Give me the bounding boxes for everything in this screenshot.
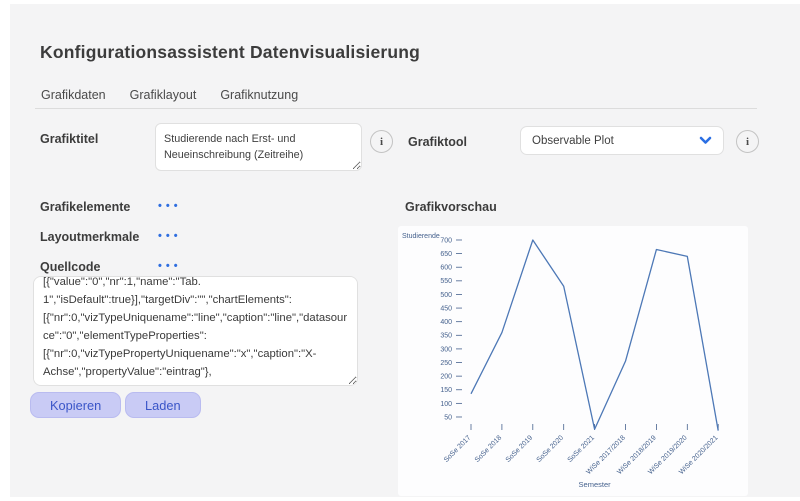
grafikelemente-expander[interactable]: ••• [158, 200, 182, 212]
svg-text:300: 300 [440, 346, 452, 353]
svg-text:600: 600 [440, 265, 452, 272]
line-chart: Studierende 50 100 150 200 250 300 350 400 450 500… [398, 226, 748, 496]
laden-button[interactable]: Laden [125, 392, 201, 418]
svg-text:Studierende: Studierende [402, 233, 440, 240]
svg-text:500: 500 [440, 292, 452, 299]
svg-text:Semester: Semester [579, 480, 612, 489]
quellcode-expander[interactable]: ••• [158, 260, 182, 272]
tab-grafiknutzung[interactable]: Grafiknutzung [220, 88, 298, 102]
tab-bar: Grafikdaten Grafiklayout Grafiknutzung [41, 88, 298, 102]
tab-grafikdaten[interactable]: Grafikdaten [41, 88, 106, 102]
svg-text:200: 200 [440, 374, 452, 381]
tab-grafiklayout[interactable]: Grafiklayout [130, 88, 197, 102]
grafiktitel-label: Grafiktitel [40, 132, 98, 146]
grafiktool-select[interactable]: Observable Plot [520, 126, 724, 155]
svg-text:SoSe 2017: SoSe 2017 [443, 434, 473, 464]
layoutmerkmale-label: Layoutmerkmale [40, 230, 139, 244]
tab-divider [35, 108, 757, 109]
kopieren-button[interactable]: Kopieren [30, 392, 121, 418]
grafiktool-label: Grafiktool [408, 135, 467, 149]
svg-text:SoSe 2021: SoSe 2021 [567, 434, 597, 464]
svg-text:50: 50 [444, 414, 452, 421]
grafikvorschau-heading: Grafikvorschau [405, 200, 497, 214]
svg-text:150: 150 [440, 387, 452, 394]
svg-text:450: 450 [440, 305, 452, 312]
grafiktitel-textarea[interactable]: Studierende nach Erst- und Neueinschreib… [155, 123, 362, 171]
quellcode-textarea[interactable]: [{"value":"0","nr":1,"name":"Tab. 1","is… [33, 276, 358, 386]
grafiktitel-info-icon[interactable]: i [370, 130, 393, 153]
grafiktool-info-icon[interactable]: i [736, 130, 759, 153]
layoutmerkmale-expander[interactable]: ••• [158, 230, 182, 242]
svg-text:650: 650 [440, 251, 452, 258]
svg-text:250: 250 [440, 360, 452, 367]
svg-text:550: 550 [440, 278, 452, 285]
svg-text:SoSe 2019: SoSe 2019 [505, 434, 535, 464]
svg-text:350: 350 [440, 333, 452, 340]
main-panel: Konfigurationsassistent Datenvisualisier… [10, 4, 800, 497]
grafikelemente-label: Grafikelemente [40, 200, 130, 214]
chevron-down-icon [699, 136, 712, 145]
svg-text:SoSe 2018: SoSe 2018 [474, 434, 504, 464]
svg-text:SoSe 2020: SoSe 2020 [536, 434, 566, 464]
quellcode-label: Quellcode [40, 260, 100, 274]
grafiktool-selected-value: Observable Plot [532, 135, 614, 147]
page-title: Konfigurationsassistent Datenvisualisier… [40, 42, 420, 63]
svg-text:400: 400 [440, 319, 452, 326]
grafikvorschau-chart-panel: Studierende 50 100 150 200 250 300 350 400 450 500… [398, 226, 748, 496]
app-window: Konfigurationsassistent Datenvisualisier… [0, 0, 800, 497]
svg-text:100: 100 [440, 401, 452, 408]
svg-text:700: 700 [440, 237, 452, 244]
